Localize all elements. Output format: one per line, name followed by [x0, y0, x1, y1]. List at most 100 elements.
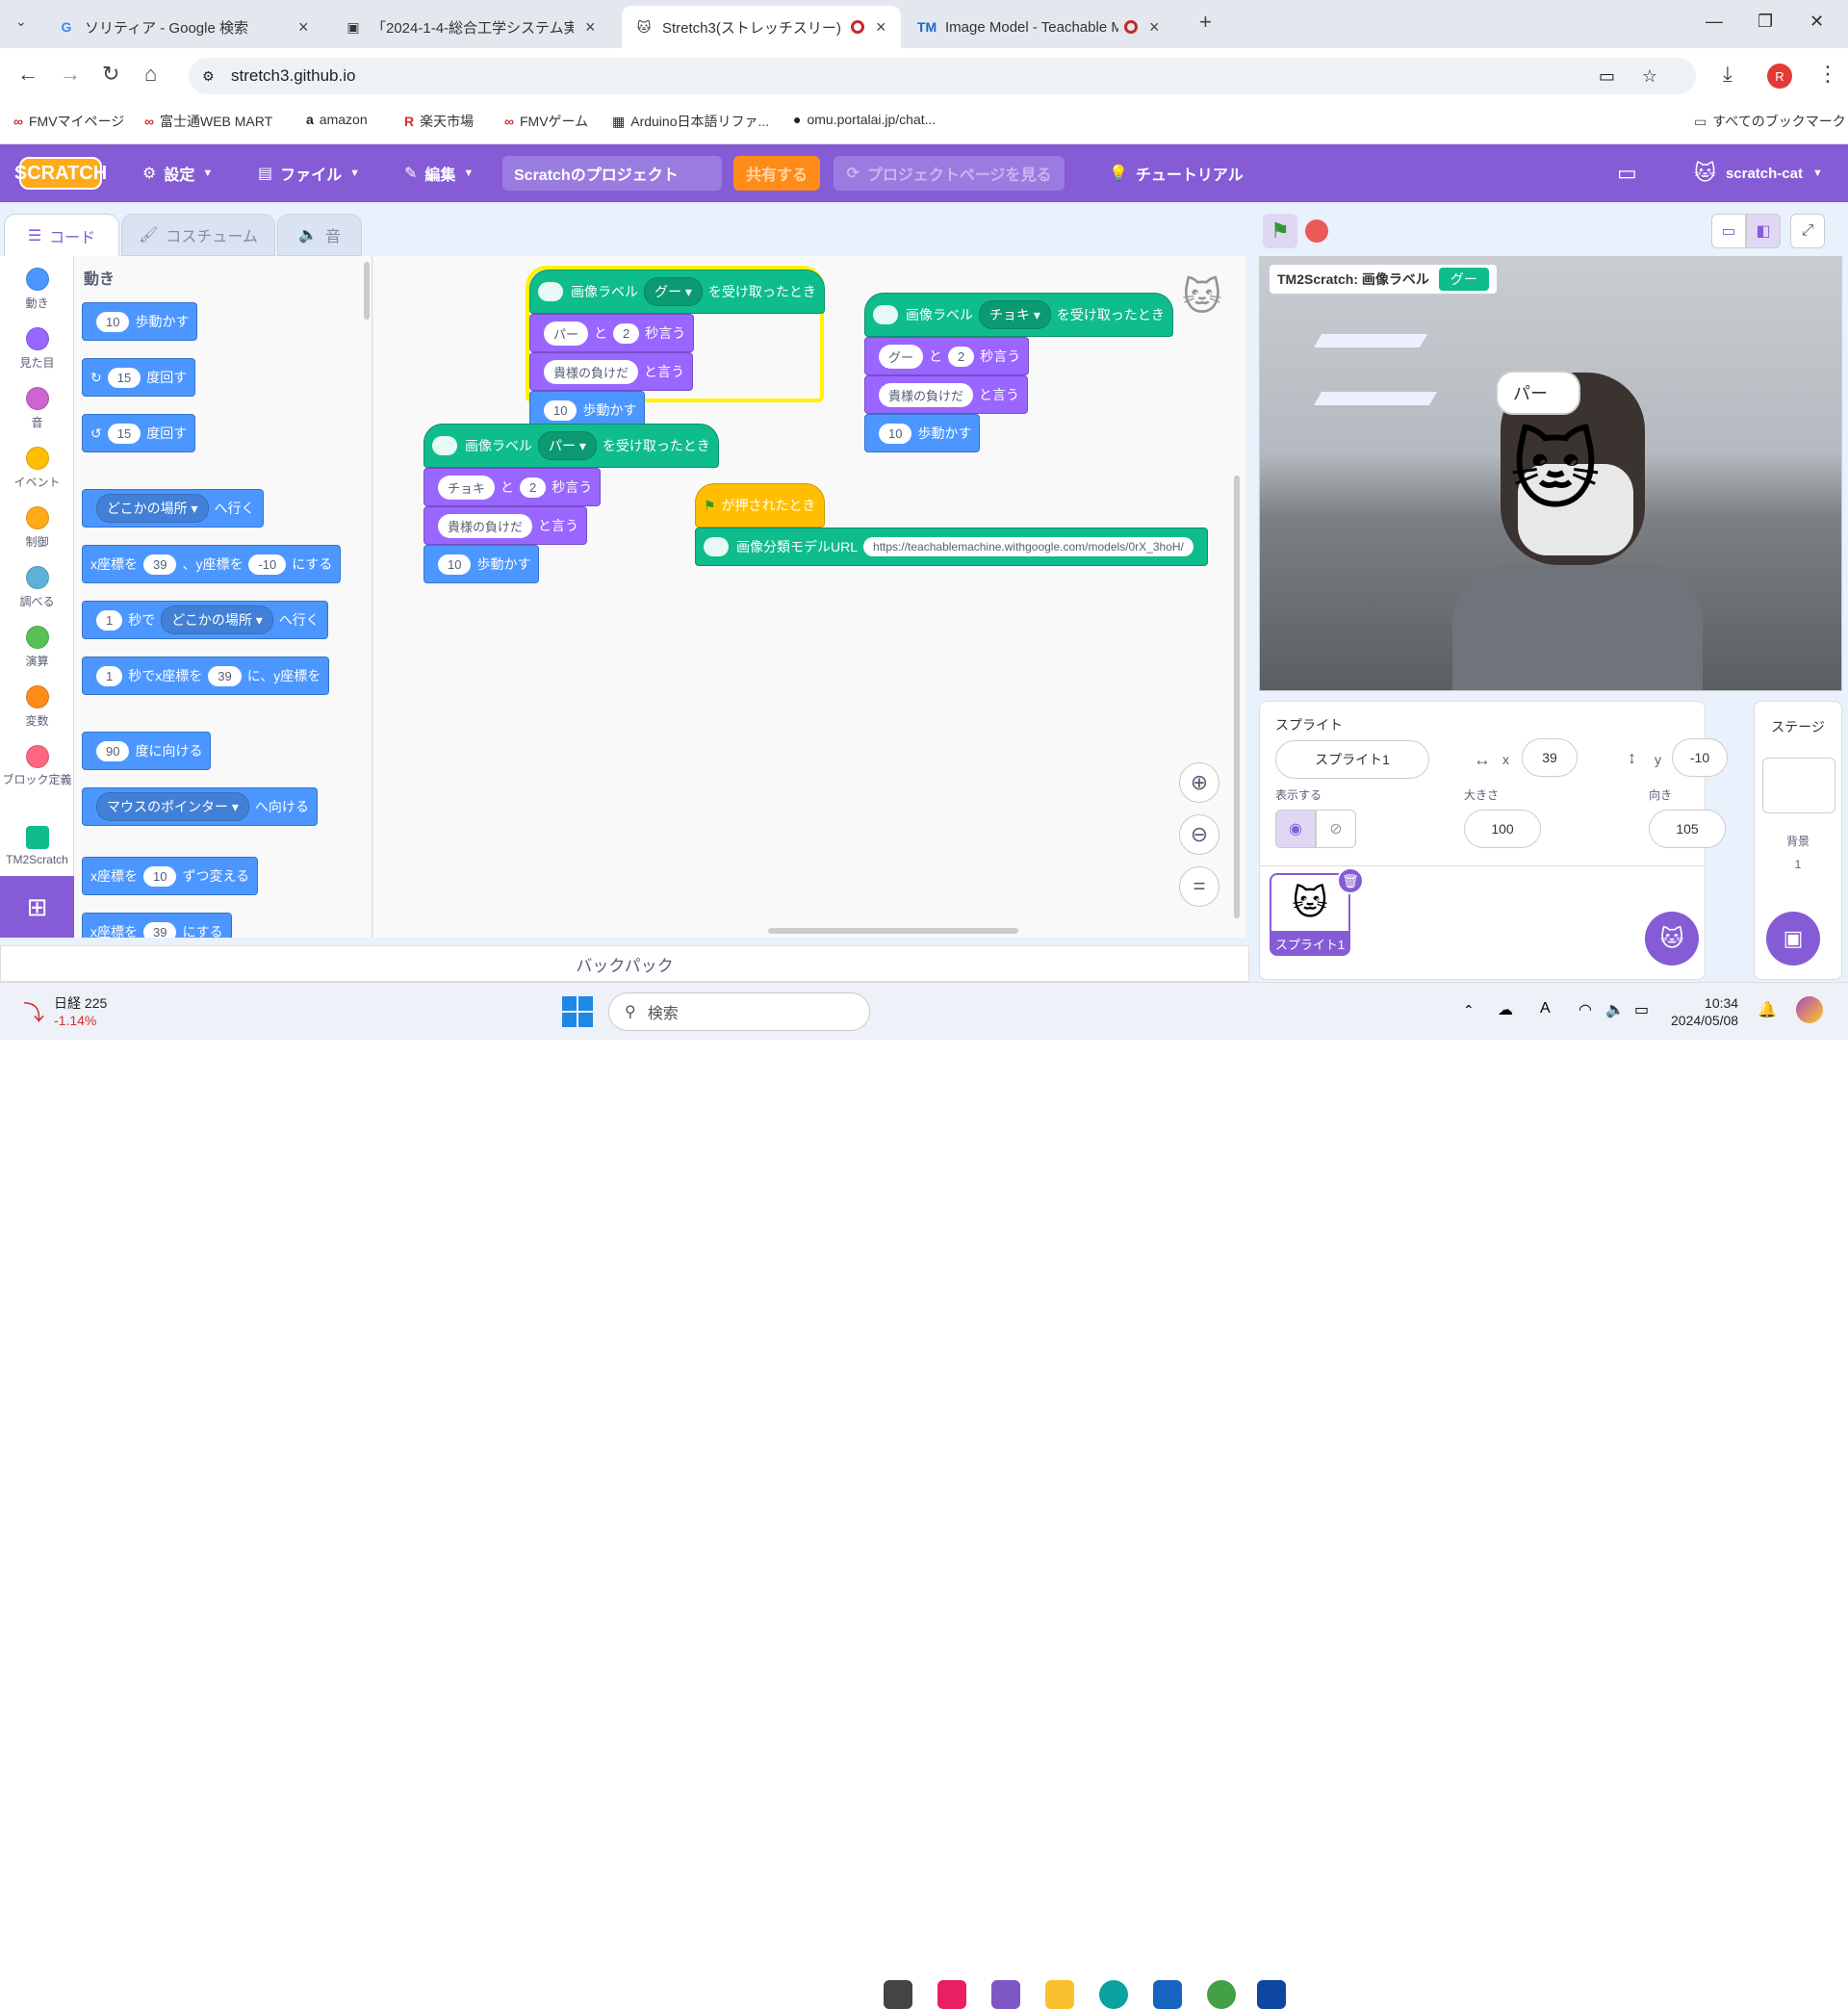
zoom-reset-button[interactable]: = [1179, 866, 1219, 907]
block-point-direction[interactable]: 90 度に向ける [82, 732, 212, 770]
copilot-icon[interactable] [991, 1980, 1020, 2009]
block-input[interactable]: 貴様の負けだ [544, 359, 639, 384]
minimize-icon[interactable]: — [1706, 12, 1723, 32]
block-dropdown[interactable]: チョキ ▾ [979, 300, 1051, 329]
script-3-say-for[interactable]: チョキと 2 秒言う [424, 468, 602, 506]
category-variables[interactable]: 変数 [0, 685, 74, 729]
backdrop-thumbnail[interactable] [1762, 758, 1835, 813]
backpack[interactable]: バックパック [0, 945, 1249, 982]
bookmark-omu[interactable]: ● omu.portalai.jp/chat... [793, 112, 936, 127]
project-title-input[interactable]: Scratchのプロジェクト [502, 156, 722, 191]
block-input[interactable]: 90 [96, 740, 130, 761]
block-input[interactable]: グー [879, 344, 924, 369]
script-1-hat-block[interactable]: 画像ラベル グー ▾ を受け取ったとき [529, 270, 825, 314]
zoom-out-button[interactable]: ⊖ [1179, 814, 1219, 855]
tab-code[interactable]: ☰ コード [4, 214, 119, 256]
block-input[interactable]: -10 [248, 554, 287, 575]
script-4-model-url[interactable]: 画像分類モデルURL https://teachablemachine.withg… [695, 528, 1208, 566]
start-button[interactable] [562, 996, 593, 1027]
download-icon[interactable]: ⤓ [1723, 62, 1732, 87]
script-2-say-for[interactable]: グーと 2 秒言う [864, 337, 1030, 375]
home-icon[interactable]: ⌂ [144, 62, 157, 87]
category-myblocks[interactable]: ブロック定義 [0, 745, 74, 787]
bookmark-fmv[interactable]: ∞ FMVマイページ [13, 112, 124, 131]
script-3-hat-block[interactable]: 画像ラベル パー ▾ を受け取ったとき [424, 424, 719, 468]
block-dropdown[interactable]: グー ▾ [644, 277, 703, 306]
show-hidden-button[interactable]: ⊘ [1316, 810, 1356, 848]
close-tab-icon[interactable]: × [1149, 17, 1160, 38]
show-visible-button[interactable]: ◉ [1275, 810, 1316, 848]
copilot-pre-icon[interactable] [1796, 996, 1823, 1023]
block-input[interactable]: 10 [544, 399, 578, 421]
wifi-icon[interactable]: ◠ [1578, 1000, 1592, 1019]
block-change-x[interactable]: x座標を 10 ずつ変える [82, 857, 259, 895]
back-icon[interactable]: ← [17, 62, 38, 87]
category-sensing[interactable]: 調べる [0, 566, 74, 609]
stock-widget[interactable]: ⤵ 日経 225 -1.14% [23, 994, 107, 1029]
tutorial-button[interactable]: 💡 チュートリアル [1109, 144, 1244, 202]
block-input[interactable]: 10 [879, 423, 912, 444]
block-turn-left[interactable]: ↺ 15 度回す [82, 414, 196, 452]
edit-menu[interactable]: ✎ 編集 ▼ [404, 144, 474, 202]
script-4-flag-hat[interactable]: ⚑ が押されたとき [695, 483, 825, 528]
see-project-button[interactable]: ⟳ プロジェクトページを見る [834, 156, 1065, 191]
site-info-icon[interactable]: ⚙ [202, 68, 215, 85]
block-input[interactable]: 2 [520, 476, 547, 498]
block-dropdown[interactable]: パー ▾ [538, 431, 597, 460]
script-3-move[interactable]: 10 歩動かす [424, 545, 540, 583]
block-input[interactable]: 貴様の負けだ [879, 382, 974, 407]
script-2-hat-block[interactable]: 画像ラベル チョキ ▾ を受け取ったとき [864, 293, 1173, 337]
file-menu[interactable]: ▤ ファイル ▼ [258, 144, 360, 202]
battery-icon[interactable]: ▭ [1634, 1000, 1649, 1019]
restore-icon[interactable]: ❐ [1758, 12, 1773, 32]
close-tab-icon[interactable]: × [298, 17, 309, 38]
script-3-say[interactable]: 貴様の負けだ と言う [424, 506, 588, 545]
category-operators[interactable]: 演算 [0, 626, 74, 669]
x-input[interactable]: 39 [1522, 738, 1578, 777]
block-set-x[interactable]: x座標を 39 にする [82, 913, 232, 938]
edge-icon[interactable] [1099, 1980, 1128, 2009]
y-input[interactable]: -10 [1672, 738, 1728, 777]
bookmark-rakuten[interactable]: R 楽天市場 [404, 112, 474, 131]
scratch-cat-sprite[interactable]: 🐱 [1510, 421, 1601, 522]
size-input[interactable]: 100 [1464, 810, 1541, 848]
tab-sound[interactable]: 🔈 音 [277, 214, 362, 256]
block-input[interactable]: 39 [143, 554, 177, 575]
block-input[interactable]: 10 [96, 311, 130, 332]
scratch-logo[interactable]: SCRATCH [14, 157, 107, 190]
bookmark-fmvgame[interactable]: ∞ FMVゲーム [504, 112, 588, 131]
file-explorer-icon[interactable] [1045, 1980, 1074, 2009]
close-window-icon[interactable]: ✕ [1810, 12, 1824, 32]
url-field[interactable]: ⚙ stretch3.github.io ▭ ☆ [189, 58, 1696, 94]
menu-kebab-icon[interactable]: ⋮ [1817, 62, 1838, 87]
script-1-say-for[interactable]: パーと 2 秒言う [529, 314, 695, 352]
close-tab-icon[interactable]: × [876, 17, 886, 38]
block-input[interactable]: チョキ [438, 475, 496, 500]
category-motion[interactable]: 動き [0, 268, 74, 311]
tab-search-icon[interactable]: ⌄ [15, 13, 27, 30]
category-control[interactable]: 制御 [0, 506, 74, 550]
block-input[interactable]: 貴様の負けだ [438, 513, 533, 538]
forward-icon[interactable]: → [60, 62, 81, 87]
browser-tab-1[interactable]: G ソリティア - Google 検索 × [44, 6, 323, 48]
add-backdrop-button[interactable]: ▣ [1766, 912, 1820, 966]
taskview-icon[interactable] [884, 1980, 912, 2009]
add-extension-button[interactable]: ⊞ [0, 876, 74, 938]
small-stage-button[interactable]: ▭ [1711, 214, 1746, 248]
category-tm2scratch[interactable]: TM2Scratch [0, 826, 74, 866]
outlook-icon[interactable] [1257, 1980, 1286, 2009]
fullscreen-button[interactable]: ⤢ [1790, 214, 1825, 248]
browser-tab-2[interactable]: ▣ 「2024-1-4-総合工学システム実験 × [331, 6, 620, 48]
script-2-say[interactable]: 貴様の負けだ と言う [864, 375, 1029, 414]
horizontal-scrollbar[interactable] [768, 928, 1018, 934]
block-move[interactable]: 10 歩動かす [82, 302, 198, 341]
script-2-move[interactable]: 10 歩動かす [864, 414, 981, 452]
ime-icon[interactable]: A [1540, 1000, 1551, 1017]
bookmark-fujitsu[interactable]: ∞ 富士通WEB MART [144, 112, 272, 131]
block-input[interactable]: 39 [208, 665, 242, 686]
stage-canvas[interactable]: TM2Scratch: 画像ラベル グー パー 🐱 [1259, 256, 1842, 691]
camera-icon[interactable]: ▭ [1599, 66, 1615, 87]
volume-icon[interactable]: 🔈 [1605, 1000, 1625, 1019]
zoom-in-button[interactable]: ⊕ [1179, 762, 1219, 803]
tab-costume[interactable]: 🖌 コスチューム [121, 214, 275, 256]
